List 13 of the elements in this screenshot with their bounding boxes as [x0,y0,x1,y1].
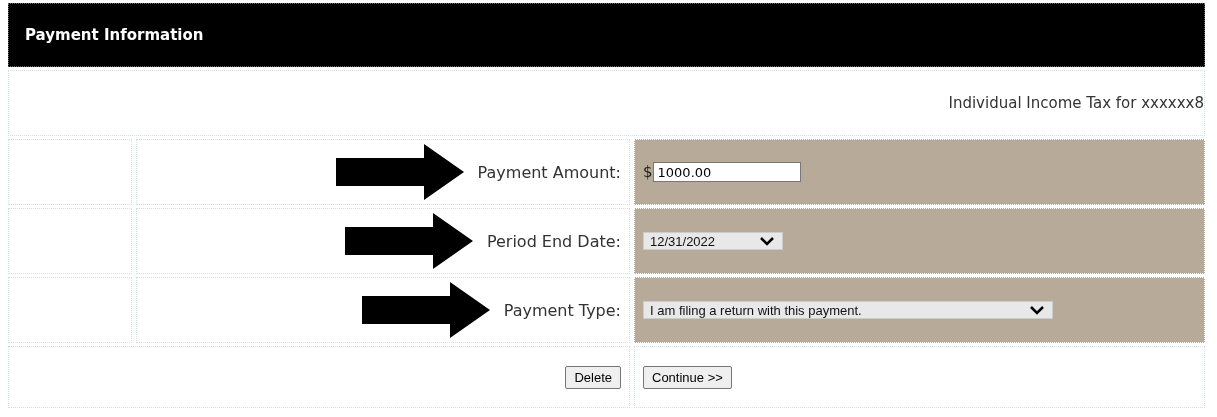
continue-button[interactable]: Continue >> [643,365,732,389]
tax-description: Individual Income Tax for xxxxxx8 [948,94,1204,112]
amount-input[interactable]: 1000.00 [652,162,801,182]
currency-symbol: $ [643,163,653,181]
delete-button[interactable]: Delete [565,365,621,389]
dropdown[interactable]: I am filing a return with this payment. [643,301,1053,319]
dropdown[interactable]: 12/31/2022 [643,232,783,250]
header-title: Payment Information [25,26,204,44]
chevron-down-icon [1030,305,1044,315]
field-label: Payment Type: [503,300,621,320]
field-label: Period End Date: [486,231,621,251]
chevron-down-icon [760,236,774,246]
field-label: Payment Amount: [477,162,621,182]
